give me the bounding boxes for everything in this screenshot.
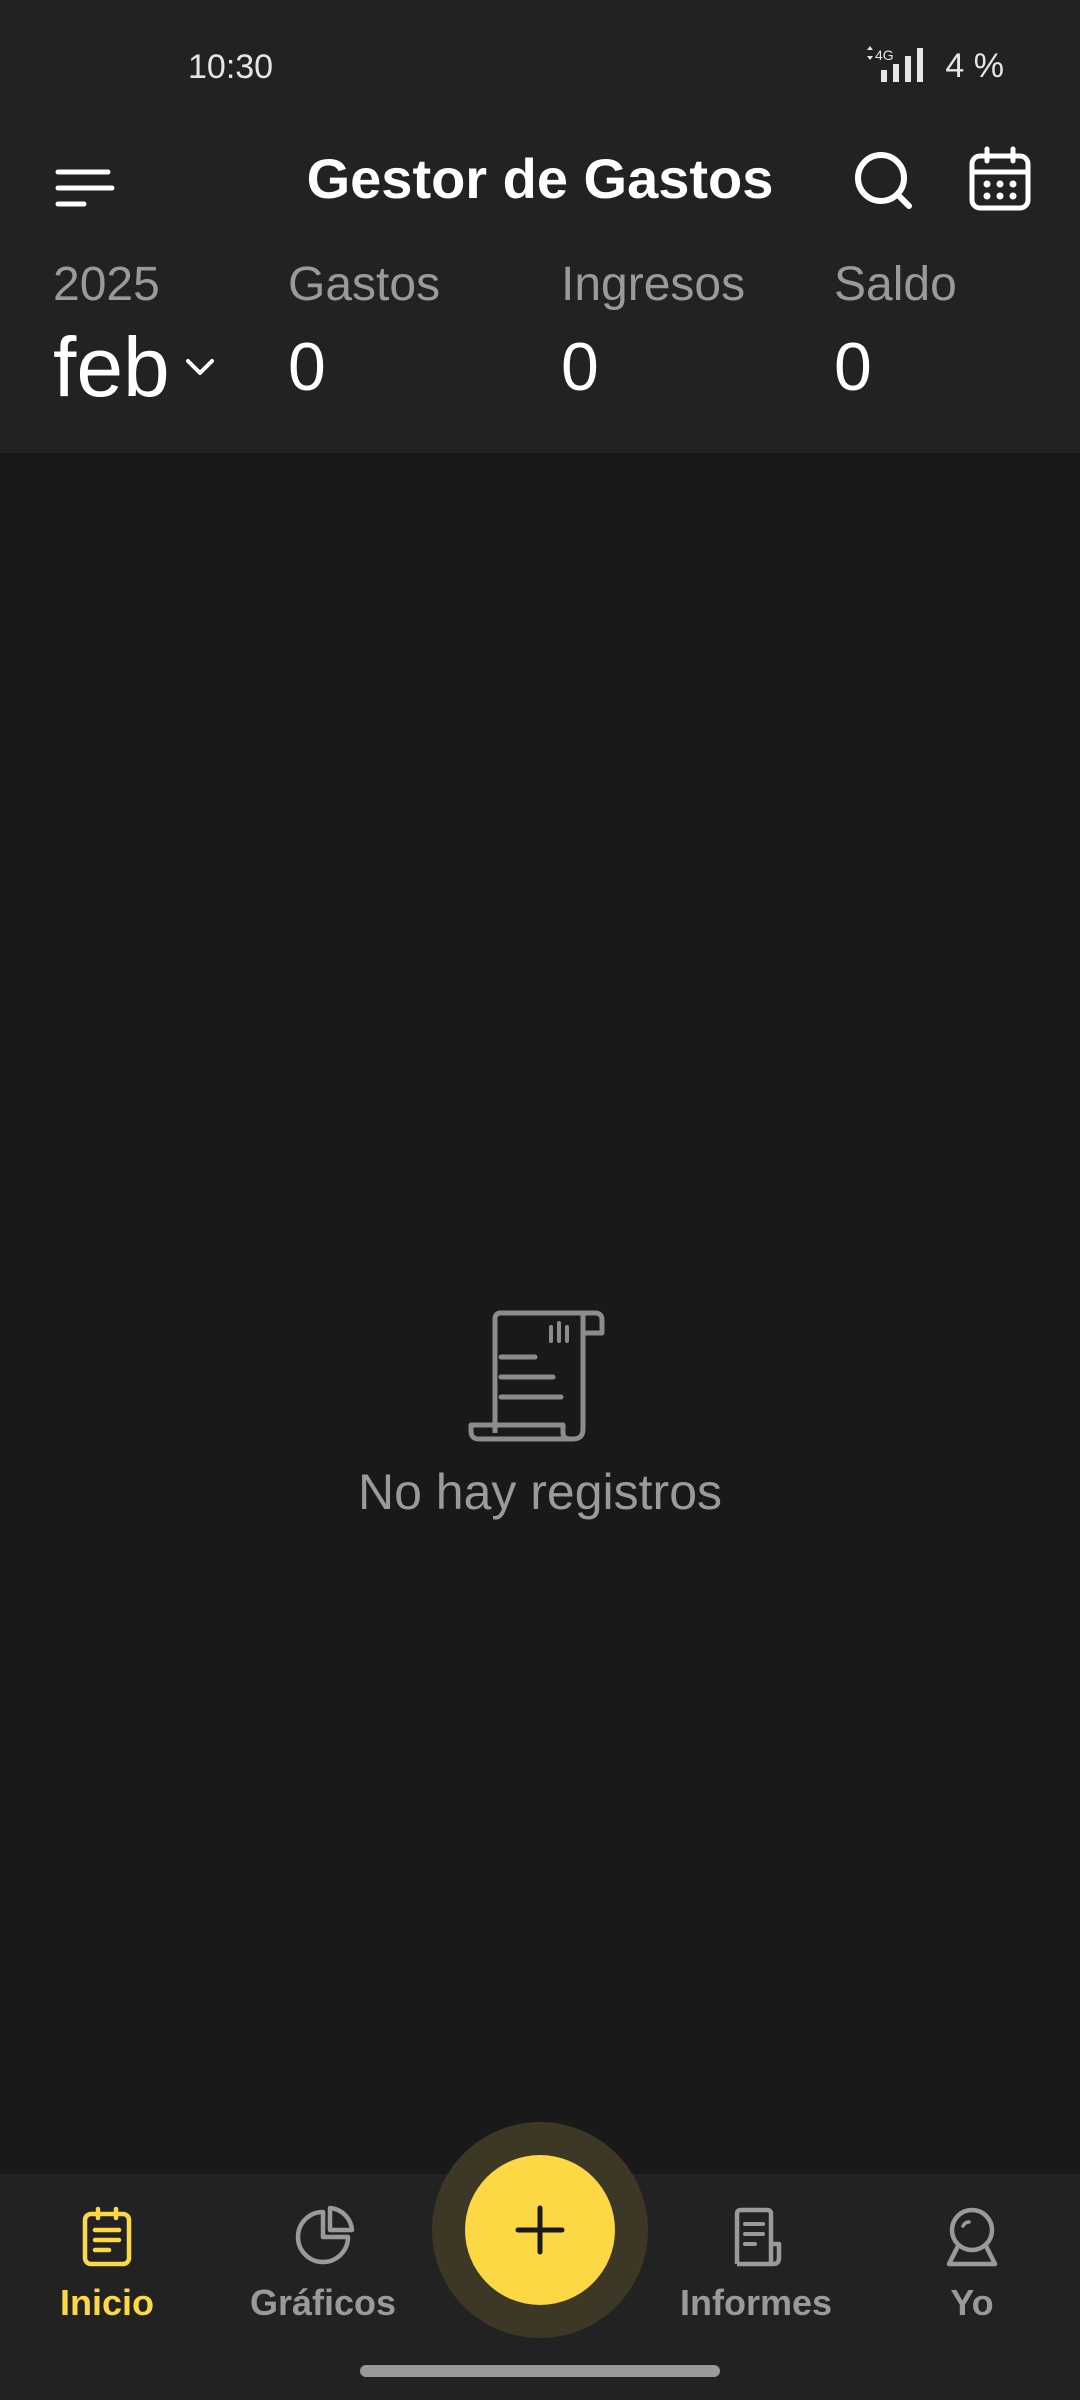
balance-value: 0 [834, 329, 872, 405]
expenses-value: 0 [288, 329, 326, 405]
nav-item-yo[interactable]: Yo [872, 2204, 1072, 2324]
menu-button[interactable] [50, 150, 120, 220]
income-summary: Ingresos 0 [561, 255, 745, 417]
calendar-button[interactable] [960, 140, 1040, 220]
home-indicator[interactable] [360, 2365, 720, 2377]
plus-icon [515, 2205, 565, 2255]
month-selector[interactable]: 2025 feb [53, 255, 218, 417]
nav-label-yo: Yo [950, 2282, 994, 2323]
status-time: 10:30 [188, 48, 274, 86]
empty-state: No hay registros [0, 1305, 1080, 1521]
battery-percent: 4 % [945, 46, 1004, 85]
status-indicators: 4G 4 % [865, 46, 1004, 86]
nav-label-graficos: Gráficos [249, 2282, 397, 2323]
nav-item-informes[interactable]: Informes [656, 2204, 856, 2324]
add-record-button[interactable] [465, 2155, 615, 2305]
receipt-scroll-icon [468, 1310, 605, 1442]
month-summary: 2025 feb Gastos 0 Ingresos 0 Saldo 0 [0, 255, 1080, 453]
empty-state-text: No hay registros [357, 1464, 723, 1520]
pie-chart-icon [295, 2205, 355, 2265]
signal-icon: 4G [867, 46, 924, 82]
report-icon [734, 2207, 782, 2267]
app-bar: Gestor de Gastos [0, 130, 1080, 255]
clipboard-icon [82, 2206, 132, 2267]
nav-label-inicio: Inicio [59, 2282, 154, 2323]
nav-item-inicio[interactable]: Inicio [7, 2204, 207, 2324]
income-value: 0 [561, 329, 599, 405]
balance-label: Saldo [834, 258, 957, 311]
month-label: feb [53, 320, 170, 414]
network-type-label: 4G [875, 47, 894, 63]
expenses-label: Gastos [288, 258, 441, 311]
calendar-icon [969, 146, 1031, 211]
menu-icon [55, 169, 115, 207]
status-bar: 10:30 4G 4 % [0, 0, 1080, 130]
income-label: Ingresos [561, 258, 746, 311]
search-button[interactable] [845, 140, 925, 220]
nav-label-informes: Informes [679, 2282, 833, 2323]
expenses-summary: Gastos 0 [288, 255, 440, 417]
month-dropdown[interactable]: feb [53, 317, 218, 417]
chevron-down-icon [185, 359, 214, 375]
nav-item-graficos[interactable]: Gráficos [223, 2204, 423, 2324]
balance-summary: Saldo 0 [834, 255, 957, 417]
search-icon [855, 152, 912, 209]
profile-icon [946, 2207, 998, 2267]
year-label: 2025 [53, 258, 160, 311]
